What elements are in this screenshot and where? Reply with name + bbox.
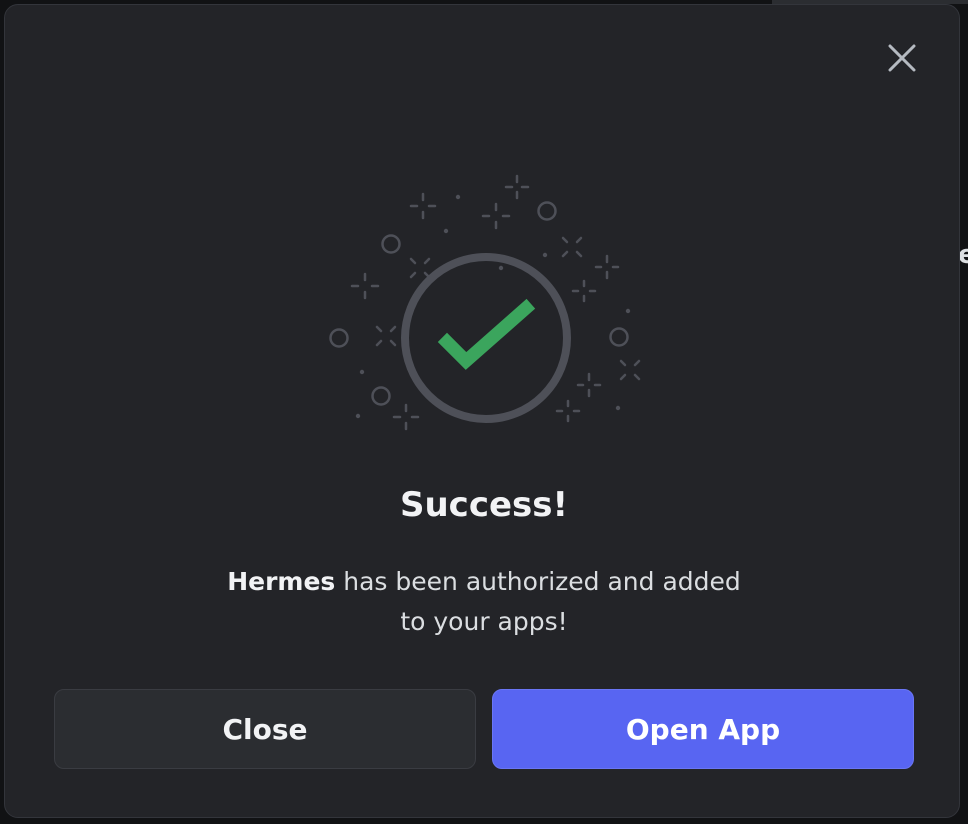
modal-title: Success! xyxy=(399,485,569,525)
message-line-2: to your apps! xyxy=(400,607,568,636)
app-name: Hermes xyxy=(227,567,336,596)
dot-decorations xyxy=(355,194,631,419)
close-icon[interactable] xyxy=(882,38,922,78)
close-button[interactable]: Close xyxy=(54,689,476,769)
open-app-button[interactable]: Open App xyxy=(492,689,914,769)
checkmark-icon xyxy=(437,298,536,370)
message-line-1-text: has been authorized and added xyxy=(335,567,741,596)
message-line-1: Hermes has been authorized and added xyxy=(184,562,784,602)
modal-message: Hermes has been authorized and added to … xyxy=(184,562,784,642)
success-illustration xyxy=(329,174,641,431)
sparkle-decorations xyxy=(329,174,641,431)
